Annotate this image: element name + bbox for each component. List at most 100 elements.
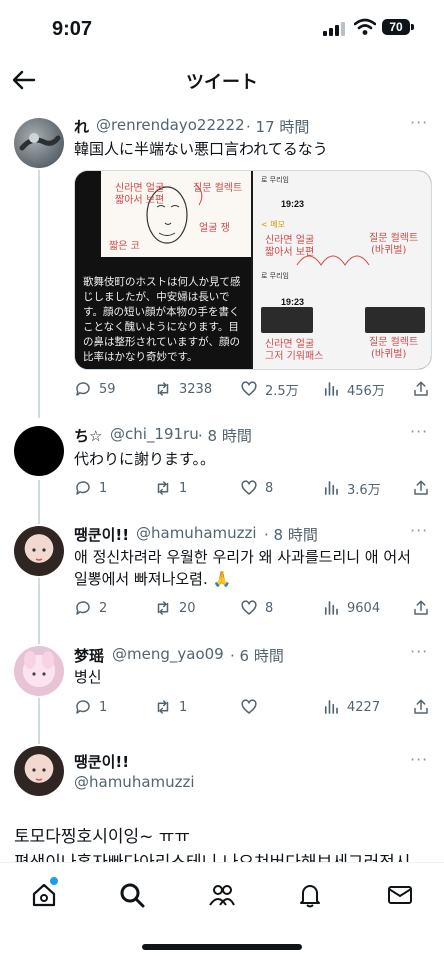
notifications-icon[interactable] xyxy=(296,881,324,909)
views-button[interactable]: 9604 xyxy=(322,597,380,619)
tweet-text: 代わりに謝ります。。 xyxy=(74,450,216,468)
views-button[interactable]: 4227 xyxy=(322,696,380,718)
views-count: 4227 xyxy=(347,699,381,715)
communities-icon[interactable] xyxy=(208,881,236,909)
more-icon[interactable]: ··· xyxy=(410,521,428,540)
tweet-actions: 1 1 8 3.6万 xyxy=(74,477,430,499)
share-button[interactable] xyxy=(412,477,437,499)
tweet-author-handle[interactable]: @hamuhamuzzi xyxy=(74,773,195,791)
reply-button[interactable]: 1 xyxy=(74,696,107,718)
tweet-actions: 2 20 8 9604 xyxy=(74,597,430,619)
home-icon[interactable] xyxy=(30,881,58,909)
screenshot-thumbnail xyxy=(365,307,425,333)
like-count: 2.5万 xyxy=(265,383,299,399)
retweet-count: 1 xyxy=(179,699,188,715)
scribble-text: 신라면 얼굴 xyxy=(115,183,165,194)
views-icon xyxy=(324,601,338,615)
share-icon xyxy=(414,381,428,396)
search-icon[interactable] xyxy=(118,881,146,909)
reply-button[interactable]: 2 xyxy=(74,597,107,619)
tweet-author-handle[interactable]: @meng_yao09 xyxy=(112,645,224,663)
avatar[interactable] xyxy=(14,646,64,696)
wifi-icon xyxy=(354,18,376,35)
reply-count: 1 xyxy=(99,699,108,715)
scribble-text: 질문 컬렉트 xyxy=(193,183,243,194)
more-icon[interactable]: ··· xyxy=(410,113,428,132)
avatar[interactable] xyxy=(14,526,64,576)
retweet-button[interactable]: 1 xyxy=(154,477,187,499)
cellular-signal-icon xyxy=(323,22,345,36)
reply-icon xyxy=(76,700,90,714)
scribble-text: 질문 컬렉트 xyxy=(369,233,419,244)
tweet-author-handle[interactable]: @hamuhamuzzi xyxy=(136,524,257,542)
image-text: 19:23 xyxy=(281,297,305,307)
media-image-left[interactable]: 신라면 얼굴 짧아서 보편 질문 컬렉트 짧은 코 얼굴 쟁 歌舞伎町のホストは… xyxy=(75,171,251,369)
reply-icon xyxy=(76,481,90,495)
avatar[interactable] xyxy=(14,118,64,168)
tweet-author-name[interactable]: れ xyxy=(74,116,89,137)
share-icon xyxy=(414,480,428,495)
image-text: 로 무리임 xyxy=(261,176,289,184)
share-icon xyxy=(414,699,428,714)
reply-count: 1 xyxy=(99,480,108,496)
share-button[interactable] xyxy=(412,378,437,400)
scribble-text: 짧아서 보편 xyxy=(115,195,165,206)
retweet-icon xyxy=(157,601,169,615)
avatar[interactable] xyxy=(14,746,64,796)
media-image-right[interactable]: 로 무리임 19:23 < 메모 신라면 얼굴 짧아서 보편 질문 컬렉트 (바… xyxy=(253,171,431,369)
sketch-image xyxy=(296,255,370,266)
views-icon xyxy=(324,481,338,495)
tweet-timestamp[interactable]: · 8 時間 xyxy=(264,524,318,545)
avatar[interactable] xyxy=(14,426,64,476)
tweet-timestamp[interactable]: · 17 時間 xyxy=(246,116,309,137)
reply-count: 59 xyxy=(99,381,116,397)
more-icon[interactable]: ··· xyxy=(410,422,428,441)
tweet-author-name[interactable]: 땡쿤이!! xyxy=(74,751,129,772)
views-button[interactable]: 456万 xyxy=(322,378,385,400)
share-icon xyxy=(414,600,428,615)
views-icon xyxy=(324,700,338,714)
tweet-author-handle[interactable]: @renrendayo22222 xyxy=(96,116,245,134)
reply-icon xyxy=(76,382,90,396)
thread-connector xyxy=(38,698,40,744)
more-icon[interactable]: ··· xyxy=(410,750,428,769)
thread-connector xyxy=(38,578,40,644)
tweet-author-name[interactable]: 梦瑶 xyxy=(74,645,104,666)
tweet-author-handle[interactable]: @chi_191ru xyxy=(110,425,199,443)
like-icon xyxy=(241,699,257,714)
share-button[interactable] xyxy=(412,696,437,718)
tweet-text: 韓国人に半端ない悪口言われてるなう xyxy=(74,140,328,158)
focused-tweet-text: 토모다찡호시이잉~ ㅠㅠ xyxy=(14,827,191,847)
tweet-author-name[interactable]: ち☆ xyxy=(74,425,102,446)
scribble-text: 그저 기워패스 xyxy=(265,351,324,362)
more-icon[interactable]: ··· xyxy=(410,642,428,661)
retweet-button[interactable]: 20 xyxy=(154,597,196,619)
retweet-icon xyxy=(157,700,169,714)
notification-dot xyxy=(50,877,58,885)
like-button[interactable]: 2.5万 xyxy=(240,378,299,400)
share-button[interactable] xyxy=(412,597,437,619)
reply-button[interactable]: 59 xyxy=(74,378,116,400)
thread-connector xyxy=(38,170,40,418)
tweet-text: 병신 xyxy=(74,668,102,686)
retweet-button[interactable]: 3238 xyxy=(154,378,212,400)
views-button[interactable]: 3.6万 xyxy=(322,477,381,499)
reply-button[interactable]: 1 xyxy=(74,477,107,499)
retweet-button[interactable]: 1 xyxy=(154,696,187,718)
tweet-timestamp[interactable]: · 6 時間 xyxy=(230,645,284,666)
views-icon xyxy=(324,382,338,396)
retweet-count: 20 xyxy=(179,600,196,616)
views-count: 9604 xyxy=(347,600,381,616)
tweet-timestamp[interactable]: · 8 時間 xyxy=(198,425,252,446)
tweet-media[interactable]: 신라면 얼굴 짧아서 보편 질문 컬렉트 짧은 코 얼굴 쟁 歌舞伎町のホストは… xyxy=(74,170,432,370)
battery-indicator: 70 xyxy=(382,19,410,35)
tweet-author-name[interactable]: 땡쿤이!! xyxy=(74,524,129,545)
messages-icon[interactable] xyxy=(386,881,414,909)
reply-icon xyxy=(76,601,90,615)
like-button[interactable]: 8 xyxy=(240,477,273,499)
like-button[interactable]: 8 xyxy=(240,597,273,619)
image-text: < 메모 xyxy=(261,220,285,229)
scribble-text: 짧은 코 xyxy=(109,241,140,252)
like-button[interactable] xyxy=(240,696,265,718)
scribble-text: 질문 컬렉트 xyxy=(369,337,419,348)
